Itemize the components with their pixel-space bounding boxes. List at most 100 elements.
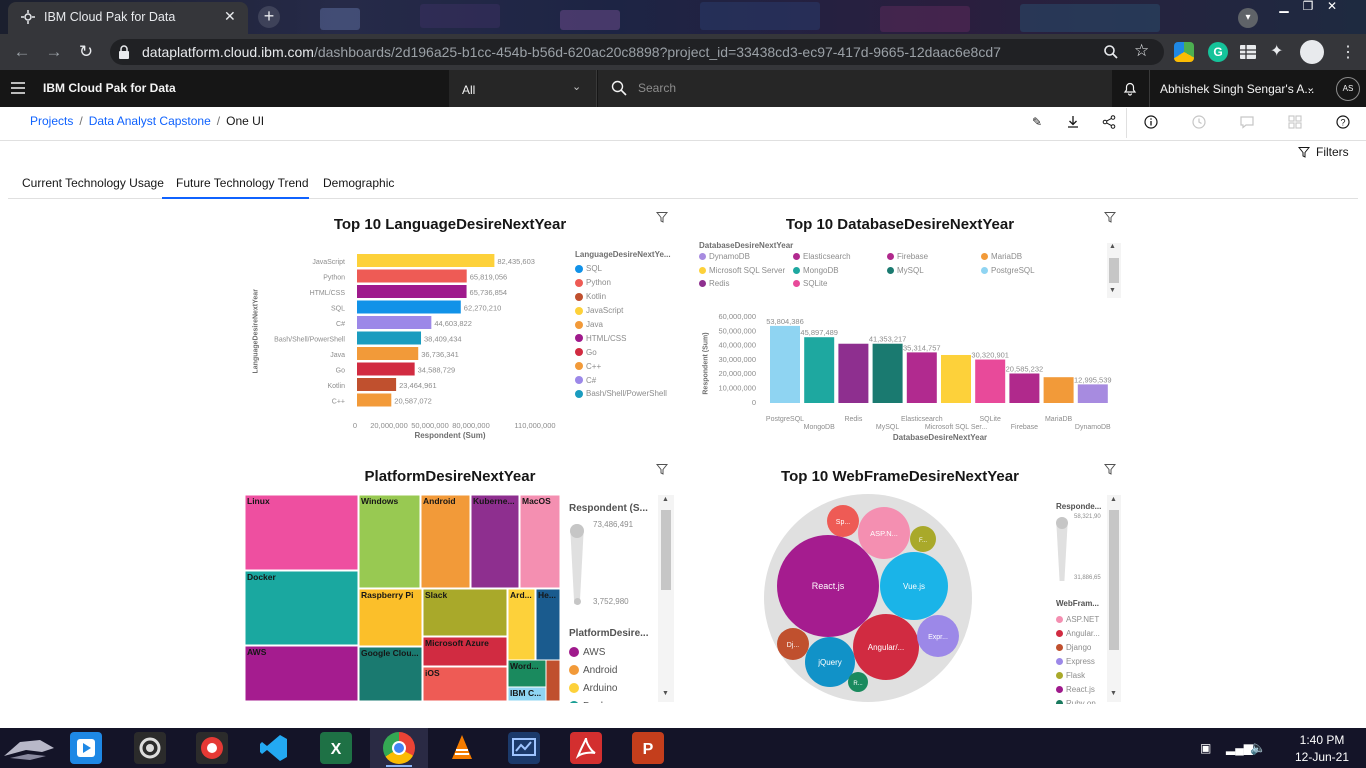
webframe-legend-item[interactable]: Angular...: [1056, 626, 1106, 640]
hamburger-menu-icon[interactable]: [11, 82, 25, 94]
vscode-icon[interactable]: [258, 732, 290, 764]
start-menu-rog-icon[interactable]: [0, 728, 60, 768]
scroll-down-arrow-icon[interactable]: ▼: [1109, 287, 1116, 294]
database-bar[interactable]: [1077, 384, 1108, 403]
webframe-legend-item[interactable]: React.js: [1056, 682, 1106, 696]
close-window-icon[interactable]: ✕: [1320, 0, 1344, 14]
database-legend-item[interactable]: MongoDB: [793, 266, 839, 275]
help-icon[interactable]: ?: [1335, 114, 1351, 130]
language-legend-item[interactable]: Go: [575, 345, 675, 359]
language-bar[interactable]: [357, 362, 415, 376]
extension-icon[interactable]: [1174, 42, 1194, 62]
chrome-search-tabs-icon[interactable]: ▾: [1238, 8, 1258, 28]
zoom-icon[interactable]: [1103, 44, 1119, 60]
treemap-tile[interactable]: [545, 659, 560, 701]
database-legend-item[interactable]: Elasticsearch: [793, 252, 851, 261]
webframe-legend-item[interactable]: Flask: [1056, 668, 1106, 682]
language-legend-item[interactable]: JavaScript: [575, 304, 675, 318]
camera-app-icon[interactable]: [134, 732, 166, 764]
platform-size-max-marker[interactable]: [570, 524, 584, 538]
treemap-tile[interactable]: [358, 495, 421, 589]
database-legend-item[interactable]: PostgreSQL: [981, 266, 1035, 275]
platform-legend-item[interactable]: Android: [569, 661, 659, 679]
database-legend-item[interactable]: Redis: [699, 279, 729, 288]
webframe-legend-item[interactable]: ASP.NET: [1056, 612, 1106, 626]
info-icon[interactable]: [1143, 114, 1159, 130]
widget-filter-icon[interactable]: [1104, 463, 1116, 475]
database-legend-scroll-thumb[interactable]: [1109, 258, 1119, 283]
language-bar[interactable]: [357, 254, 495, 267]
database-legend-item[interactable]: Microsoft SQL Server: [699, 266, 785, 275]
widget-filter-icon[interactable]: [1104, 211, 1116, 223]
chrome-menu-icon[interactable]: ⋮: [1340, 42, 1356, 62]
database-bar[interactable]: [804, 337, 835, 403]
forward-arrow-icon[interactable]: →: [44, 42, 64, 62]
scroll-up-arrow-icon[interactable]: ▲: [1110, 496, 1117, 503]
tray-device-icon[interactable]: ▣: [1200, 741, 1211, 755]
webframe-legend-item[interactable]: Django: [1056, 640, 1106, 654]
platform-legend-item[interactable]: AWS: [569, 643, 659, 661]
database-legend-item[interactable]: DynamoDB: [699, 252, 750, 261]
treemap-tile[interactable]: [245, 570, 359, 646]
volume-icon[interactable]: 🔈: [1250, 740, 1266, 756]
database-bar[interactable]: [941, 354, 971, 403]
database-bar[interactable]: [838, 343, 869, 403]
webframe-legend-item[interactable]: Ruby on...: [1056, 696, 1106, 704]
tab-current-technology-usage[interactable]: Current Technology Usage: [8, 174, 178, 198]
platform-size-min-marker[interactable]: [574, 598, 581, 605]
bookmark-star-icon[interactable]: ☆: [1134, 41, 1149, 61]
language-bar[interactable]: [357, 347, 419, 360]
language-legend-item[interactable]: C#: [575, 373, 675, 387]
vlc-icon[interactable]: [446, 732, 478, 764]
tab-future-technology-trend[interactable]: Future Technology Trend: [162, 174, 323, 198]
wifi-signal-icon[interactable]: ▂▄▆: [1226, 741, 1253, 755]
language-bar[interactable]: [357, 316, 432, 329]
platform-legend-item[interactable]: Docker: [569, 697, 659, 703]
language-bar[interactable]: [357, 300, 461, 314]
spreadsheet-extension-icon[interactable]: [1238, 42, 1258, 62]
database-bar[interactable]: [1043, 377, 1074, 403]
filters-button[interactable]: Filters: [1316, 145, 1349, 159]
video-app-icon[interactable]: [70, 732, 102, 764]
account-chevron-down-icon[interactable]: ⌄: [1306, 81, 1315, 94]
webframe-size-max-marker[interactable]: [1056, 517, 1068, 529]
new-tab-button[interactable]: +: [258, 6, 280, 28]
database-bar[interactable]: [906, 352, 937, 403]
taskbar-time[interactable]: 1:40 PM: [1292, 733, 1352, 747]
scroll-up-arrow-icon[interactable]: ▲: [662, 496, 669, 503]
grammarly-icon[interactable]: G: [1208, 42, 1228, 62]
filter-funnel-icon[interactable]: [1298, 146, 1310, 158]
powerpoint-icon[interactable]: P: [632, 732, 664, 764]
language-legend-item[interactable]: Java: [575, 318, 675, 332]
chrome-profile-avatar[interactable]: [1300, 40, 1324, 64]
notification-bell-icon[interactable]: [1122, 80, 1138, 96]
database-bar[interactable]: [975, 359, 1006, 403]
treemap-tile[interactable]: [519, 495, 560, 589]
app-brand[interactable]: IBM Cloud Pak for Data: [43, 81, 176, 95]
taskbar-date[interactable]: 12-Jun-21: [1288, 750, 1356, 764]
lock-icon[interactable]: [118, 45, 130, 59]
treemap-tile[interactable]: [420, 495, 471, 589]
chrome-taskbar-icon[interactable]: [383, 732, 415, 764]
treemap-tile[interactable]: [470, 495, 520, 589]
breadcrumb-project-link[interactable]: Data Analyst Capstone: [89, 114, 211, 128]
scroll-down-arrow-icon[interactable]: ▼: [1110, 690, 1117, 697]
treemap-tile[interactable]: [245, 495, 359, 571]
tab-demographic[interactable]: Demographic: [309, 174, 408, 198]
database-legend-item[interactable]: SQLite: [793, 279, 827, 288]
language-bar[interactable]: [357, 378, 397, 391]
language-legend-item[interactable]: SQL: [575, 262, 675, 276]
breadcrumb-projects-link[interactable]: Projects: [30, 114, 73, 128]
minimize-window-icon[interactable]: ▁: [1272, 0, 1296, 14]
comment-icon[interactable]: [1239, 114, 1255, 130]
user-avatar[interactable]: AS: [1336, 77, 1360, 101]
language-legend-item[interactable]: C++: [575, 359, 675, 373]
database-legend-item[interactable]: Firebase: [887, 252, 928, 261]
webframe-legend-scroll-thumb[interactable]: [1109, 510, 1119, 650]
pdf-reader-icon[interactable]: [570, 732, 602, 764]
language-legend-item[interactable]: Bash/Shell/PowerShell: [575, 387, 675, 401]
platform-legend-scroll-thumb[interactable]: [661, 510, 671, 590]
share-icon[interactable]: [1101, 114, 1117, 130]
database-bar[interactable]: [770, 325, 800, 403]
download-icon[interactable]: [1065, 114, 1081, 130]
